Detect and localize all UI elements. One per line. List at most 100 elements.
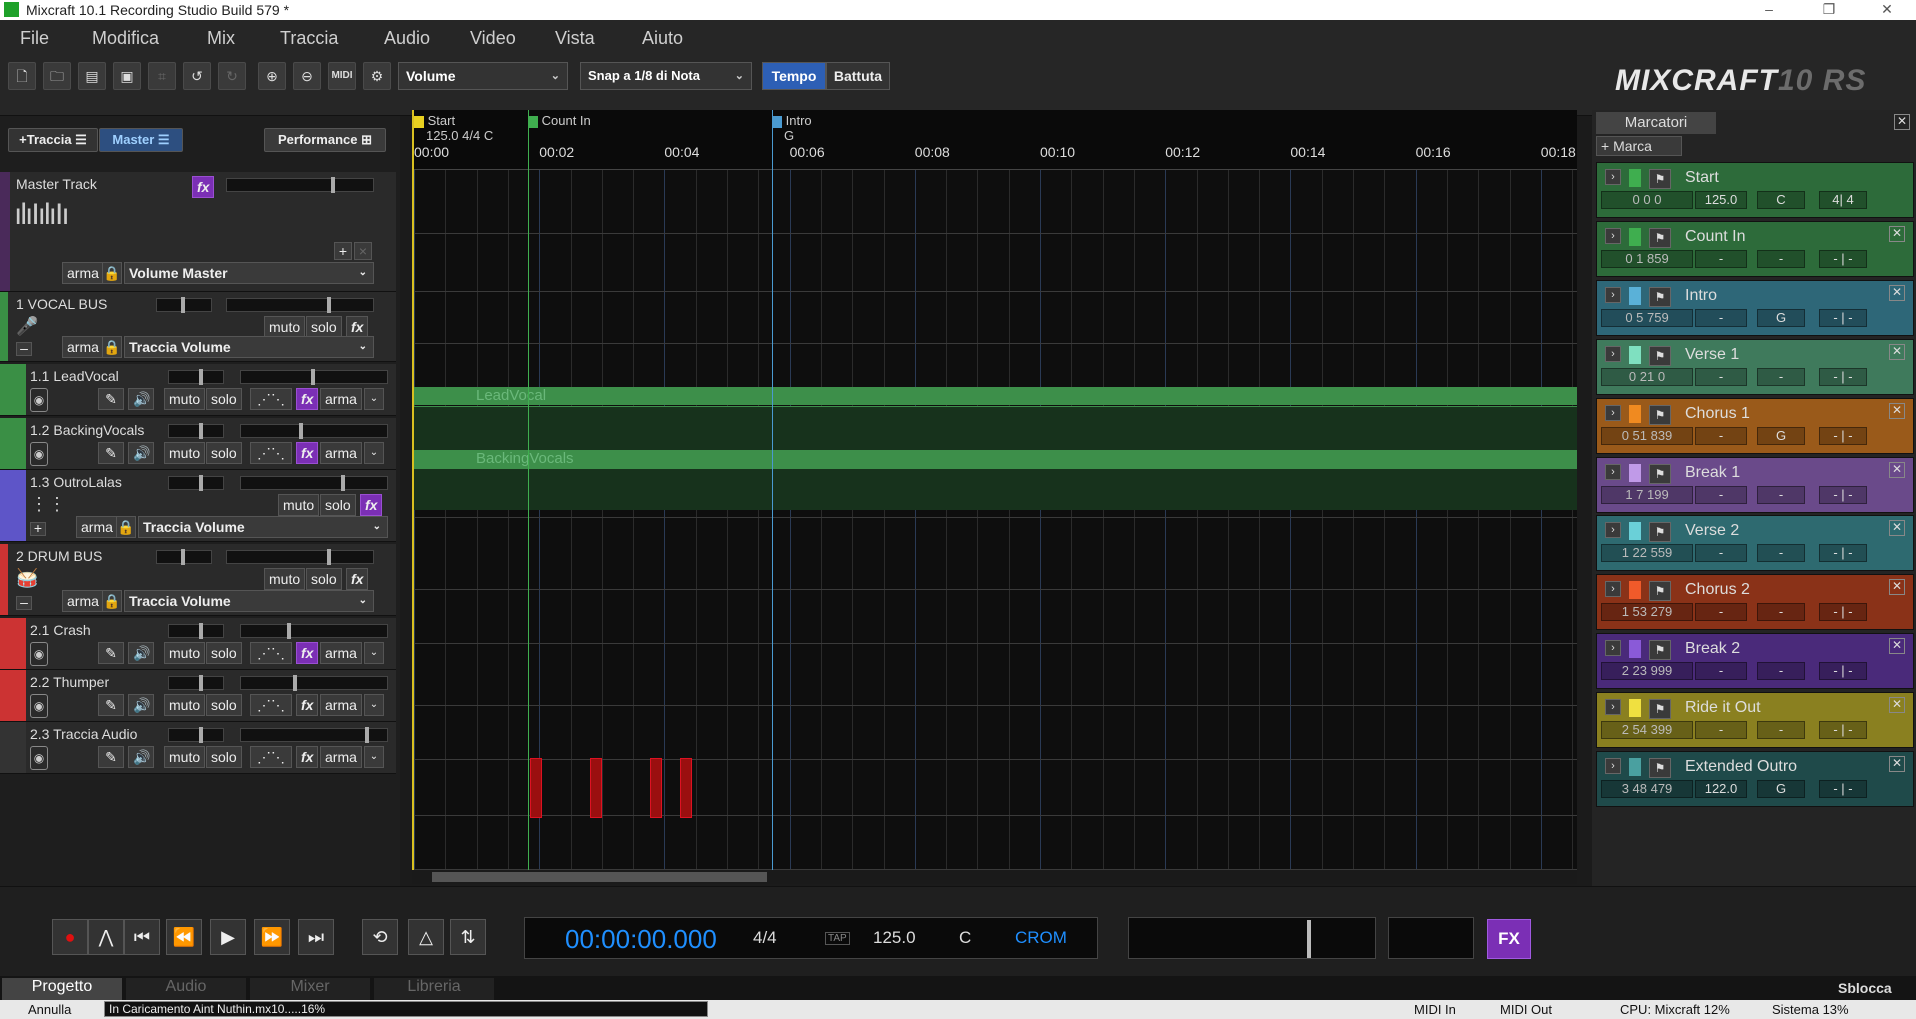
metronome-icon[interactable]: △ (408, 919, 444, 955)
fx-button[interactable]: FX (1487, 919, 1531, 959)
mute-button[interactable]: muto (264, 568, 306, 590)
marker-tempo[interactable]: - (1695, 721, 1747, 740)
crom-value[interactable]: CROM (1015, 928, 1067, 948)
marker-color-swatch[interactable] (1629, 758, 1641, 776)
marker-tempo[interactable]: - (1695, 308, 1747, 327)
delete-marker-icon[interactable]: ✕ (1889, 579, 1905, 596)
expand-arrow-icon[interactable]: › (1605, 463, 1621, 480)
fader-knob[interactable] (199, 369, 203, 385)
expand-arrow-icon[interactable]: › (1605, 286, 1621, 303)
delete-marker-icon[interactable]: ✕ (1889, 284, 1905, 301)
flag-icon[interactable]: ⚑ (1649, 404, 1671, 425)
fast-forward-icon[interactable]: ⏩ (254, 919, 290, 955)
track-lane[interactable] (412, 644, 1577, 706)
marker-key[interactable]: - (1757, 544, 1805, 563)
pan-fader[interactable] (168, 475, 224, 491)
fader-knob[interactable] (181, 549, 185, 565)
marker-signature[interactable]: - | - (1819, 544, 1867, 563)
expand-arrow-icon[interactable]: › (1605, 404, 1621, 421)
volume-fader[interactable] (240, 675, 388, 691)
flag-icon[interactable]: ⚑ (1649, 227, 1671, 248)
chevron-down-icon[interactable]: ⌄ (364, 388, 384, 410)
pan-fader[interactable] (156, 297, 212, 313)
edit-pencil-icon[interactable]: ✎ (98, 746, 124, 768)
marker-name[interactable]: Verse 1 (1685, 346, 1739, 364)
record-icon[interactable]: ● (52, 919, 88, 955)
marker-row[interactable]: › ⚑ Extended Outro ✕ 3 48 479 122.0 G - … (1596, 751, 1914, 807)
master-volume-select[interactable]: Volume Master ⌄ (124, 262, 374, 284)
fader-knob[interactable] (181, 297, 185, 313)
marker-key[interactable]: G (1757, 780, 1805, 798)
arm-button[interactable]: arma (62, 590, 104, 612)
expand-arrow-icon[interactable]: › (1605, 758, 1621, 774)
flag-icon[interactable]: ⚑ (1649, 286, 1671, 307)
track-row[interactable]: 1.2 BackingVocals ◉ ✎ 🔊 muto solo ⋰⋱ fx … (0, 418, 396, 470)
track-lane[interactable] (412, 816, 1577, 870)
marker-color-swatch[interactable] (1629, 581, 1641, 600)
chevron-down-icon[interactable]: ⌄ (364, 746, 384, 768)
marker-row[interactable]: › ⚑ Count In ✕ 0 1 859 - - - | - (1596, 220, 1914, 277)
track-lane[interactable] (412, 536, 1577, 590)
delete-marker-icon[interactable]: ✕ (1889, 756, 1905, 772)
mute-button[interactable]: muto (164, 388, 206, 410)
marker-tempo[interactable]: - (1695, 367, 1747, 386)
drum-clip[interactable] (590, 758, 602, 818)
marker-position[interactable]: 2 23 999 (1601, 662, 1693, 681)
speaker-output-icon[interactable]: 🔊 (128, 642, 154, 664)
flag-icon[interactable]: ⚑ (1649, 522, 1671, 543)
marker-name[interactable]: Break 1 (1685, 464, 1740, 482)
marker-name[interactable]: Ride it Out (1685, 699, 1761, 717)
marker-tempo[interactable]: - (1695, 662, 1747, 681)
marker-color-swatch[interactable] (1629, 169, 1641, 187)
fx-button[interactable]: fx (360, 494, 383, 516)
marker-signature[interactable]: 4| 4 (1819, 191, 1867, 209)
menu-audio[interactable]: Audio (384, 28, 430, 49)
marker-signature[interactable]: - | - (1819, 367, 1867, 386)
track-lane[interactable] (412, 590, 1577, 644)
marker-flag[interactable]: Start 125.0 4/4 C (414, 113, 493, 143)
marker-position[interactable]: 1 53 279 (1601, 603, 1693, 622)
marker-position[interactable]: 0 51 839 (1601, 426, 1693, 445)
marker-row[interactable]: › ⚑ Chorus 2 ✕ 1 53 279 - - - | - (1596, 574, 1914, 631)
track-name[interactable]: 2.2 Thumper (30, 674, 109, 690)
tab-mixer[interactable]: Mixer (250, 978, 370, 1000)
meter-knob[interactable] (1307, 920, 1311, 958)
envelope-icon[interactable]: ⋰⋱ (250, 442, 292, 464)
marker-position[interactable]: 1 22 559 (1601, 544, 1693, 563)
clip-body[interactable] (412, 406, 1577, 450)
battuta-toggle[interactable]: Battuta (826, 62, 890, 90)
marker-tempo[interactable]: - (1695, 249, 1747, 268)
track-name[interactable]: 2.3 Traccia Audio (30, 726, 137, 742)
arm-button[interactable]: arma (76, 516, 118, 538)
delete-marker-icon[interactable]: ✕ (1889, 520, 1905, 537)
solo-button[interactable]: solo (320, 494, 356, 516)
delete-marker-icon[interactable]: ✕ (1889, 343, 1905, 360)
mute-button[interactable]: muto (164, 642, 206, 664)
flag-icon[interactable]: ⚑ (1649, 699, 1671, 720)
lock-icon[interactable]: 🔒 (102, 336, 122, 358)
marker-color-swatch[interactable] (1629, 699, 1641, 718)
pan-fader[interactable] (168, 675, 224, 691)
timeline[interactable]: 00:00 00:02 00:04 00:06 00:08 00:10 00:12 00:14… (412, 110, 1636, 884)
menu-aiuto[interactable]: Aiuto (642, 28, 683, 49)
master-fx-button[interactable]: fx (192, 176, 215, 198)
expand-icon[interactable]: + (30, 521, 46, 536)
expand-arrow-icon[interactable]: › (1605, 227, 1621, 244)
solo-button[interactable]: solo (206, 388, 242, 410)
delete-marker-icon[interactable]: ✕ (1889, 697, 1905, 714)
flag-icon[interactable]: ⚑ (1649, 463, 1671, 484)
lock-icon[interactable]: 🔒 (102, 262, 122, 284)
settings-gear-icon[interactable]: ⚙ (363, 62, 391, 90)
marker-row[interactable]: › ⚑ Intro ✕ 0 5 759 - G - | - (1596, 279, 1914, 336)
track-lane[interactable] (412, 170, 1577, 234)
master-volume-fader[interactable] (226, 177, 374, 193)
drum-clip[interactable] (680, 758, 692, 818)
marker-key[interactable]: - (1757, 485, 1805, 504)
marker-color-swatch[interactable] (1629, 227, 1641, 246)
add-effect-icon[interactable]: + (334, 242, 352, 260)
add-marker-button[interactable]: + Marca (1596, 136, 1682, 156)
marker-flag[interactable]: Intro G (772, 113, 812, 143)
fader-knob[interactable] (293, 675, 297, 691)
marker-name[interactable]: Start (1685, 169, 1719, 187)
volume-fader[interactable] (226, 297, 374, 313)
